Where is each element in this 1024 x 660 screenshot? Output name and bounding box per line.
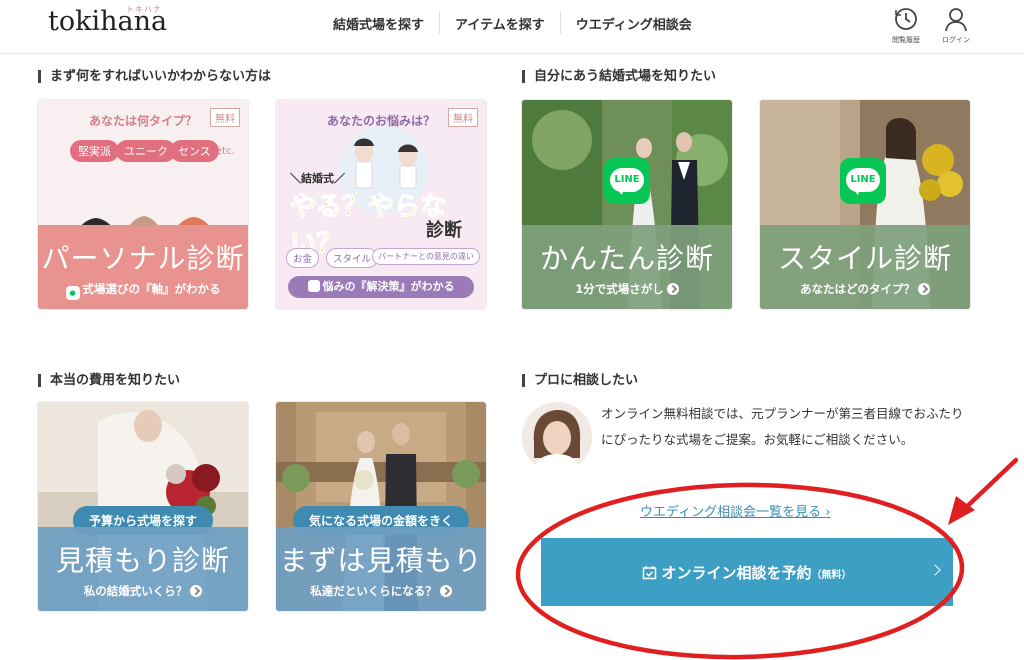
reserve-free-note: （無料） [811,570,852,581]
chevron-right-icon: › [825,505,831,520]
arrow-circle-icon [190,585,203,597]
tag-pill: スタイル [326,248,379,268]
card-subtitle: 私達だといくらになる？ [276,583,486,599]
nav-divider [559,12,561,34]
style-diagnosis-card[interactable]: LINE スタイル診断 あなたはどのタイプ？ [760,100,970,309]
card-title: まずは見積もり [279,544,483,577]
card-subtitle-text: 式場選びの『軸』がわかる [82,282,221,296]
main-nav: 結婚式場を探す アイテムを探す ウエディング相談会 [320,12,705,34]
arrow-circle-icon [918,283,930,295]
tag-pill: パートナーとの意見の違い [372,248,480,265]
card-subtitle: 私の結婚式いくら？ [38,583,248,599]
section-title-fit: 自分にあう結婚式場を知りたい [522,70,716,83]
easy-diagnosis-card[interactable]: LINE かんたん診断 1分で式場さがし [522,100,732,309]
card-band: まずは見積もり 私達だといくらになる？ [276,527,486,611]
card-subtitle-text: 私の結婚式いくら？ [83,584,188,598]
card-question: あなたのお悩みは？ [326,114,435,128]
card-title: かんたん診断 [539,242,714,275]
card-diag: 診断 [426,220,462,241]
line-icon: LINE [840,158,886,204]
login-label: ログイン [942,36,970,44]
advisor-avatar [522,402,592,472]
card-band: パーソナル診断 ● 式場選びの『軸』がわかる [38,225,248,309]
reserve-online-consult-button[interactable]: オンライン相談を予約（無料） [541,538,953,606]
tag-pill: センス [170,140,219,162]
tag-pill: 堅実派 [70,140,119,162]
card-subtitle: 1分で式場さがし [522,281,732,297]
card-kicker: ＼結婚式／ [290,172,345,185]
card-band: 見積もり診断 私の結婚式いくら？ [38,527,248,611]
section-title-cost: 本当の費用を知りたい [38,374,180,387]
advisor-photo [522,402,592,472]
nav-divider [439,12,441,34]
history-label: 閲覧履歴 [892,36,920,44]
tag-pill: ユニーク [116,140,176,162]
tag-etc: etc. [216,146,235,157]
login-button[interactable]: ログイン [932,6,980,45]
arrow-circle-icon [666,283,679,295]
consult-list-link-text: ウエディング相談会一覧を見る [640,505,822,520]
logo-kana: トキハナ [126,5,162,14]
card-subtitle-text: 1分で式場さがし [575,282,664,296]
calendar-check-icon [643,566,657,580]
card-title: パーソナル診断 [41,242,245,275]
estimate-diagnosis-card[interactable]: 予算から式場を探す 見積もり診断 私の結婚式いくら？ [38,402,248,611]
line-icon: ● [65,286,80,300]
card-subtitle-text: あなたはどのタイプ？ [800,282,915,296]
worry-diagnosis-card[interactable]: 無料 あなたのお悩みは？ ＼結婚式／ やる？やらない？ 診断 お金 スタイル パ… [276,100,486,309]
reserve-label-row: オンライン相談を予約（無料） [541,562,953,583]
card-subtitle: 悩みの『解決策』がわかる [288,276,474,298]
line-icon: LINE [604,158,650,204]
tag-pill: お金 [286,248,320,268]
arrow-circle-icon [439,585,452,597]
section-title-unsure: まず何をすればいいかわからない方は [38,70,271,83]
consult-list-link[interactable]: ウエディング相談会一覧を見る › [640,501,830,520]
personal-diagnosis-card[interactable]: 無料 あなたは何タイプ？ 堅実派 ユニーク センス etc. パーソナル診断 ●… [38,100,248,309]
card-subtitle: あなたはどのタイプ？ [760,281,970,297]
card-band: かんたん診断 1分で式場さがし [522,225,732,309]
clock-icon [895,8,917,30]
card-band: スタイル診断 あなたはどのタイプ？ [760,225,970,309]
history-button[interactable]: 閲覧履歴 [882,6,930,45]
nav-wedding-consult[interactable]: ウエディング相談会 [563,14,705,33]
nav-find-venue[interactable]: 結婚式場を探す [320,14,437,33]
card-subtitle-text: 悩みの『解決策』がわかる [322,280,455,293]
card-title: スタイル診断 [777,242,952,275]
line-logo-tail [852,188,860,195]
card-title: 見積もり診断 [55,544,230,577]
reserve-label: オンライン相談を予約 [661,564,812,582]
nav-find-items[interactable]: アイテムを探す [442,14,558,33]
card-subtitle: ● 式場選びの『軸』がわかる [38,281,248,300]
section-title-pro: プロに相談したい [522,374,638,387]
line-icon [307,280,320,292]
card-question: あなたは何タイプ？ [88,114,197,128]
annotation-arrow-head [948,496,975,525]
consult-description: オンライン無料相談では、元プランナーが第三者目線でおふたりにぴったりな式場をご提… [601,406,964,447]
card-subtitle-text: 私達だといくらになる？ [310,584,437,598]
venue-quote-card[interactable]: 気になる式場の金額をきく まずは見積もり 私達だといくらになる？ [276,402,486,611]
line-logo-tail [616,188,624,195]
user-icon [945,8,967,32]
annotation-arrow-shaft [955,457,1019,518]
site-header: tokihana トキハナ 結婚式場を探す アイテムを探す ウエディング相談会 … [0,0,1024,54]
